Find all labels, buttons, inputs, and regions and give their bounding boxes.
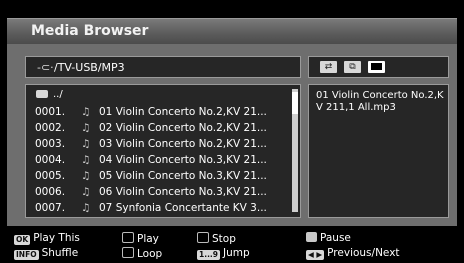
item-number: 0004. (35, 154, 66, 166)
legend-loop-label: Loop (137, 248, 163, 260)
item-name: 07 Synfonia Concertante KV 3... (99, 202, 267, 214)
legend-jump-label: Jump (222, 247, 250, 259)
legend-previous-next-label: Previous/Next (327, 247, 400, 259)
legend-shuffle-label: Shuffle (41, 247, 79, 259)
left-right-arrows-icon: ◀ ▶ (306, 250, 325, 260)
item-number: 0001. (35, 106, 66, 118)
file-info-panel: 01 Violin Concerto No.2,KV 211,1 All.mp3 (308, 84, 449, 218)
legend-previous-next: ◀ ▶ Previous/Next (306, 247, 400, 260)
legend-play-label: Play (137, 233, 159, 245)
music-note-icon: ♫ (81, 154, 91, 166)
list-item[interactable]: 0005. ♫ 05 Violin Concerto No.3,KV 21... (35, 170, 290, 186)
list-item[interactable]: 0006. ♫ 06 Violin Concerto No.3,KV 21... (35, 186, 290, 202)
file-list[interactable]: ../ 0001. ♫ 01 Violin Concerto No.2,KV 21.… (25, 84, 301, 218)
legend-pause-label: Pause (320, 232, 351, 244)
legend-play: Play (122, 232, 159, 245)
legend-stop: Stop (197, 232, 236, 245)
item-number: 0007. (35, 202, 66, 214)
list-item[interactable]: 0007. ♫ 07 Synfonia Concertante KV 3... (35, 202, 290, 218)
legend-loop: Loop (122, 247, 162, 260)
loop-mode-icon[interactable]: ⇄ (320, 61, 337, 73)
legend-stop-label: Stop (212, 233, 236, 245)
music-note-icon: ♫ (81, 202, 91, 214)
item-name: 01 Violin Concerto No.2,KV 21... (99, 106, 267, 118)
item-number: 0003. (35, 138, 66, 150)
ok-key-icon: OK (14, 235, 31, 245)
current-path: /TV-USB/MP3 (54, 61, 125, 74)
music-note-icon: ♫ (81, 122, 91, 134)
browser-panel: -⊂· /TV-USB/MP3 ../ 0001. ♫ 01 Violin Conc… (7, 44, 457, 226)
scrollbar[interactable] (292, 89, 298, 212)
shuffle-mode-icon[interactable]: ⧉ (344, 61, 361, 73)
red-key-icon (122, 232, 134, 243)
item-number: 0005. (35, 170, 66, 182)
button-legend: OK Play This Play Stop Pause INFO Shuffle … (14, 232, 464, 262)
list-item[interactable]: 0002. ♫ 02 Violin Concerto No.2,KV 21... (35, 122, 290, 138)
usb-icon: -⊂· (37, 61, 54, 74)
folder-icon (36, 90, 48, 98)
legend-pause: Pause (306, 232, 351, 244)
parent-folder-label: ../ (53, 89, 63, 100)
list-item[interactable]: 0001. ♫ 01 Violin Concerto No.2,KV 21... (35, 106, 290, 122)
music-note-icon: ♫ (81, 106, 91, 118)
legend-play-this: OK Play This (14, 232, 80, 245)
music-note-icon: ♫ (81, 186, 91, 198)
file-rows: 0001. ♫ 01 Violin Concerto No.2,KV 21... 0… (35, 106, 290, 218)
parent-folder-item[interactable]: ../ (36, 89, 63, 100)
path-bar: -⊂· /TV-USB/MP3 (25, 56, 301, 78)
selected-filename: 01 Violin Concerto No.2,KV 211,1 All.mp3 (316, 90, 444, 113)
green-key-icon (197, 232, 209, 243)
music-note-icon: ♫ (81, 138, 91, 150)
number-keys-icon: 1...9 (197, 250, 220, 260)
item-name: 02 Violin Concerto No.2,KV 21... (99, 122, 267, 134)
legend-shuffle: INFO Shuffle (14, 247, 78, 260)
item-number: 0002. (35, 122, 66, 134)
display-mode-icon[interactable] (368, 61, 385, 73)
window-title: Media Browser (31, 23, 149, 39)
blue-key-icon (122, 247, 134, 258)
legend-jump: 1...9 Jump (197, 247, 250, 260)
scrollbar-thumb[interactable] (292, 92, 298, 114)
info-key-icon: INFO (14, 250, 39, 260)
music-note-icon: ♫ (81, 170, 91, 182)
list-item[interactable]: 0003. ♫ 03 Violin Concerto No.2,KV 21... (35, 138, 290, 154)
title-bar: Media Browser (7, 18, 457, 45)
list-item[interactable]: 0004. ♫ 04 Violin Concerto No.3,KV 21... (35, 154, 290, 170)
media-browser-screen: Media Browser -⊂· /TV-USB/MP3 ../ 0001. ♫… (0, 0, 464, 263)
item-name: 04 Violin Concerto No.3,KV 21... (99, 154, 267, 166)
item-name: 05 Violin Concerto No.3,KV 21... (99, 170, 267, 182)
view-mode-bar: ⇄ ⧉ (308, 56, 449, 78)
item-name: 03 Violin Concerto No.2,KV 21... (99, 138, 267, 150)
legend-play-this-label: Play This (33, 232, 80, 244)
yellow-key-icon (306, 232, 317, 242)
item-name: 06 Violin Concerto No.3,KV 21... (99, 186, 267, 198)
item-number: 0006. (35, 186, 66, 198)
